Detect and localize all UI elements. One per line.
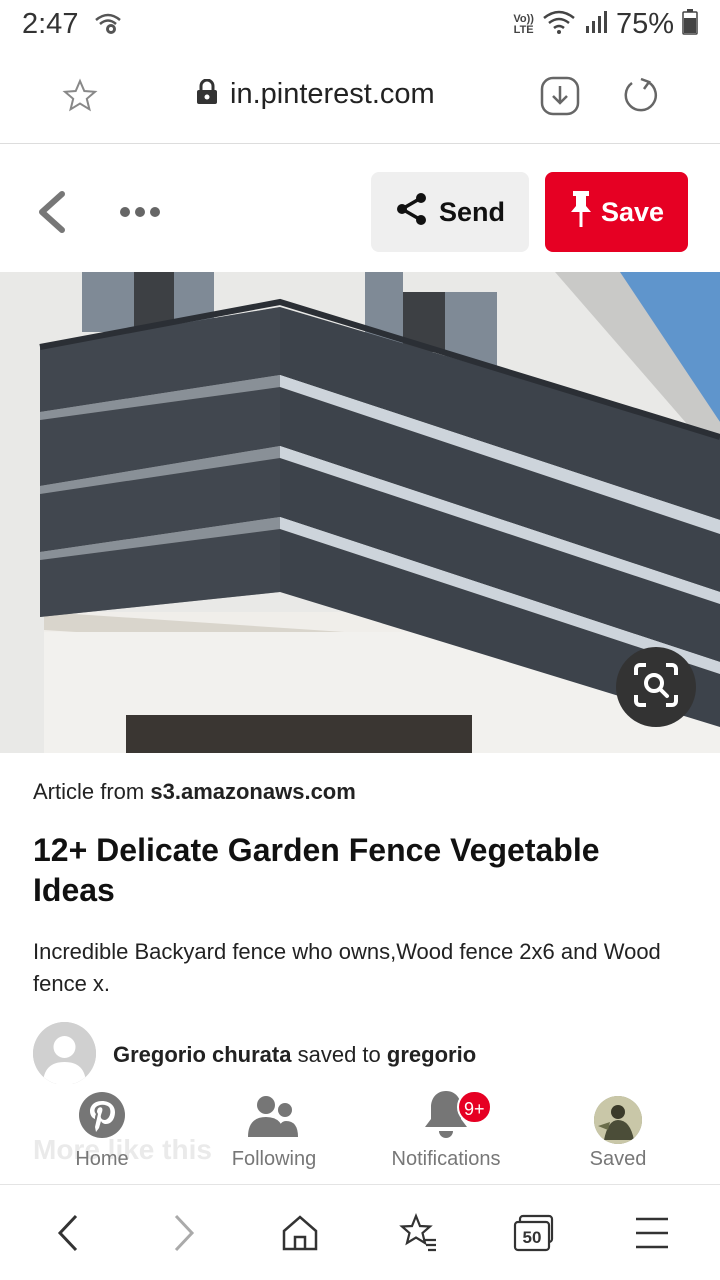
tabs-icon[interactable]: 50: [512, 1213, 556, 1253]
visual-search-button[interactable]: [616, 647, 696, 727]
profile-avatar: [594, 1096, 642, 1144]
browser-forward-icon[interactable]: [164, 1213, 204, 1253]
nav-saved-label: Saved: [589, 1148, 647, 1170]
tabs-count: 50: [523, 1228, 542, 1247]
pin-description: Incredible Backyard fence who owns,Wood …: [33, 939, 661, 996]
pin-title: 12+ Delicate Garden Fence Vegetable Idea…: [33, 832, 600, 908]
pinterest-bottom-nav: Home Following 9+ Notifications Saved: [0, 1090, 720, 1184]
wifi-icon: [542, 9, 576, 40]
article-prefix: Article from: [33, 779, 145, 804]
signal-icon: [584, 10, 608, 39]
reload-icon[interactable]: [620, 76, 660, 121]
article-source-line: Article from s3.amazonaws.com: [33, 779, 356, 805]
nav-home-label: Home: [75, 1148, 129, 1170]
battery-icon: [682, 9, 698, 40]
browser-bottom-nav: 50: [0, 1184, 720, 1280]
url-field[interactable]: in.pinterest.com: [196, 78, 435, 111]
nav-saved[interactable]: Saved: [538, 1090, 698, 1171]
article-source-link[interactable]: s3.amazonaws.com: [150, 779, 355, 804]
saver-row[interactable]: Gregorio churata saved to gregorio: [33, 1022, 693, 1084]
menu-icon[interactable]: [632, 1213, 672, 1253]
browser-back-icon[interactable]: [48, 1213, 88, 1253]
saver-text: Gregorio churata saved to gregorio: [113, 1042, 476, 1068]
notification-badge: 9+: [457, 1090, 492, 1124]
balcony-fence-photo: [0, 272, 720, 753]
status-time: 2:47: [22, 8, 79, 40]
pushpin-icon: [569, 190, 593, 235]
wifi-calling-icon: [94, 12, 122, 41]
url-text: in.pinterest.com: [230, 78, 435, 110]
browser-url-bar: in.pinterest.com: [0, 50, 720, 144]
pin-image[interactable]: [0, 272, 720, 753]
status-bar: 2:47 Vo)) LTE 75%: [0, 0, 720, 50]
pin-header: Send Save: [0, 144, 720, 272]
board-name[interactable]: gregorio: [387, 1042, 476, 1067]
bookmarks-icon[interactable]: [398, 1213, 438, 1253]
back-chevron-icon[interactable]: [34, 190, 70, 239]
share-icon: [395, 192, 429, 233]
pinterest-logo-icon: [78, 1091, 126, 1144]
bookmark-star-icon[interactable]: [62, 78, 98, 119]
volte-icon: Vo)) LTE: [513, 12, 534, 36]
download-icon[interactable]: [540, 76, 580, 121]
nav-following-label: Following: [231, 1148, 317, 1170]
save-label: Save: [600, 196, 665, 227]
saved-to-text: saved to: [297, 1042, 381, 1067]
battery-percent: 75%: [615, 8, 674, 40]
send-label: Send: [438, 196, 505, 227]
saver-name[interactable]: Gregorio churata: [113, 1042, 291, 1067]
send-button[interactable]: Send: [371, 172, 529, 252]
status-right: Vo)) LTE 75%: [513, 8, 698, 41]
nav-home[interactable]: Home: [22, 1090, 182, 1171]
save-button[interactable]: Save: [545, 172, 688, 252]
saver-avatar[interactable]: [33, 1022, 96, 1084]
lens-search-icon: [632, 661, 680, 714]
nav-following[interactable]: Following: [194, 1090, 354, 1171]
nav-notifications-label: Notifications: [391, 1148, 501, 1170]
more-options-icon[interactable]: [120, 207, 160, 217]
browser-home-icon[interactable]: [280, 1213, 320, 1253]
people-icon: [248, 1095, 300, 1144]
nav-notifications[interactable]: 9+ Notifications: [366, 1090, 526, 1171]
lock-icon: [196, 78, 218, 110]
